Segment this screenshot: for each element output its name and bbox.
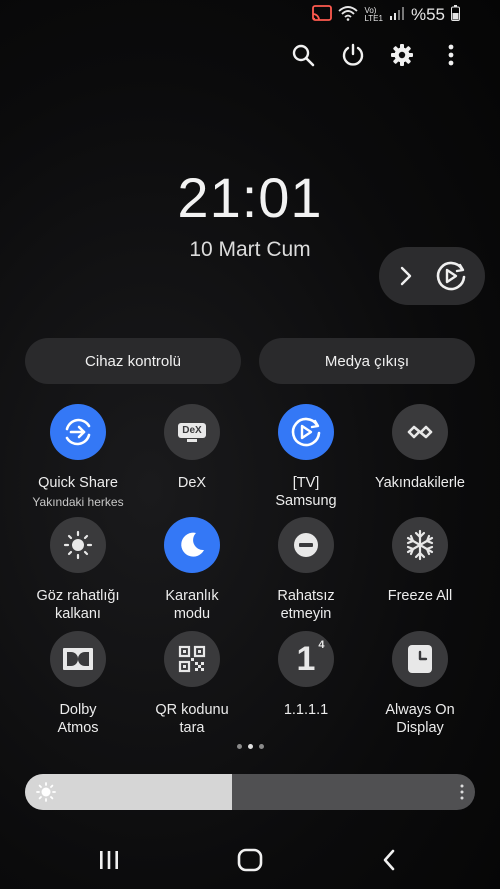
page-dot-active bbox=[247, 744, 253, 749]
home-button[interactable] bbox=[237, 848, 263, 877]
volte-indicator: Vo) LTE1 bbox=[364, 6, 383, 23]
back-button[interactable] bbox=[380, 848, 398, 877]
dolby-icon bbox=[63, 648, 93, 670]
brightness-more-icon[interactable] bbox=[459, 783, 465, 806]
tile-label: [TV] Samsung bbox=[275, 475, 337, 509]
tile-label: Rahatsız etmeyin bbox=[277, 588, 335, 622]
smart-view-icon[interactable] bbox=[435, 260, 467, 297]
search-icon bbox=[292, 44, 315, 67]
tile-always-on-display[interactable]: Always On Display bbox=[363, 631, 477, 737]
eye-comfort-icon bbox=[63, 530, 93, 560]
wifi-icon bbox=[338, 5, 359, 26]
tile-label: Karanlık modu bbox=[165, 588, 219, 622]
smart-view-icon bbox=[291, 417, 321, 447]
snowflake-icon bbox=[406, 529, 434, 561]
battery-icon bbox=[451, 4, 460, 26]
device-control-button[interactable]: Cihaz kontrolü bbox=[25, 338, 241, 384]
tile-one-one-one[interactable]: 14 1.1.1.1 bbox=[249, 631, 363, 719]
page-dot bbox=[236, 744, 242, 749]
clock-time: 21:01 bbox=[177, 166, 323, 229]
brightness-fill bbox=[25, 774, 232, 810]
brightness-sun-icon bbox=[36, 782, 56, 807]
recent-apps-button[interactable] bbox=[97, 850, 121, 875]
tile-sublabel: Yakındaki herkes bbox=[32, 495, 124, 509]
always-on-display-icon bbox=[408, 645, 432, 673]
more-options-button[interactable] bbox=[436, 40, 466, 70]
tile-dolby-atmos[interactable]: Dolby Atmos bbox=[21, 631, 135, 737]
brightness-slider[interactable] bbox=[25, 774, 475, 810]
tile-label: Göz rahatlığı kalkanı bbox=[36, 588, 120, 622]
page-indicator bbox=[0, 744, 500, 749]
qr-code-icon bbox=[178, 645, 206, 673]
recent-apps-icon bbox=[100, 851, 118, 869]
tile-label: Freeze All bbox=[387, 588, 453, 604]
power-icon bbox=[342, 43, 364, 66]
status-bar: Vo) LTE1 %55 bbox=[312, 4, 460, 26]
tile-dark-mode[interactable]: Karanlık modu bbox=[135, 517, 249, 623]
more-vertical-icon bbox=[448, 44, 454, 66]
search-button[interactable] bbox=[288, 40, 318, 70]
tile-label: QR kodunu tara bbox=[155, 702, 229, 736]
one-one-one-icon: 14 bbox=[296, 639, 325, 678]
battery-percent: %55 bbox=[410, 5, 445, 24]
tile-label: Dolby Atmos bbox=[57, 702, 99, 736]
home-icon bbox=[237, 848, 263, 872]
page-dot bbox=[258, 744, 264, 749]
tile-nearby[interactable]: Yakındakilerle bbox=[363, 404, 477, 492]
chevron-right-icon[interactable] bbox=[398, 264, 414, 293]
tile-eye-comfort[interactable]: Göz rahatlığı kalkanı bbox=[21, 517, 135, 623]
tile-qr-scan[interactable]: QR kodunu tara bbox=[135, 631, 249, 737]
back-icon bbox=[383, 849, 395, 871]
quick-share-icon bbox=[65, 418, 91, 446]
power-button[interactable] bbox=[338, 40, 368, 70]
signal-icon bbox=[389, 5, 405, 26]
media-output-button[interactable]: Medya çıkışı bbox=[259, 338, 475, 384]
navigation-bar bbox=[0, 835, 500, 885]
tile-label: Always On Display bbox=[385, 702, 455, 736]
settings-button[interactable] bbox=[387, 40, 417, 70]
dex-icon: DeX bbox=[178, 422, 206, 442]
gear-icon bbox=[391, 44, 413, 66]
tile-do-not-disturb[interactable]: Rahatsız etmeyin bbox=[249, 517, 363, 623]
cast-icon bbox=[312, 4, 333, 26]
media-controls[interactable] bbox=[379, 247, 485, 305]
tile-dex[interactable]: DeX DeX bbox=[135, 404, 249, 492]
tile-freeze-all[interactable]: Freeze All bbox=[363, 517, 477, 605]
tile-label: DeX bbox=[177, 475, 207, 491]
tile-label: Yakındakilerle bbox=[374, 475, 465, 491]
tile-smart-view[interactable]: [TV] Samsung bbox=[249, 404, 363, 510]
tile-label: 1.1.1.1 bbox=[283, 702, 329, 718]
nearby-share-icon bbox=[407, 425, 433, 439]
do-not-disturb-icon bbox=[294, 533, 318, 557]
moon-icon bbox=[181, 532, 204, 557]
tile-quick-share[interactable]: Quick Share Yakındaki herkes bbox=[21, 404, 135, 509]
tile-label: Quick Share bbox=[38, 475, 118, 491]
